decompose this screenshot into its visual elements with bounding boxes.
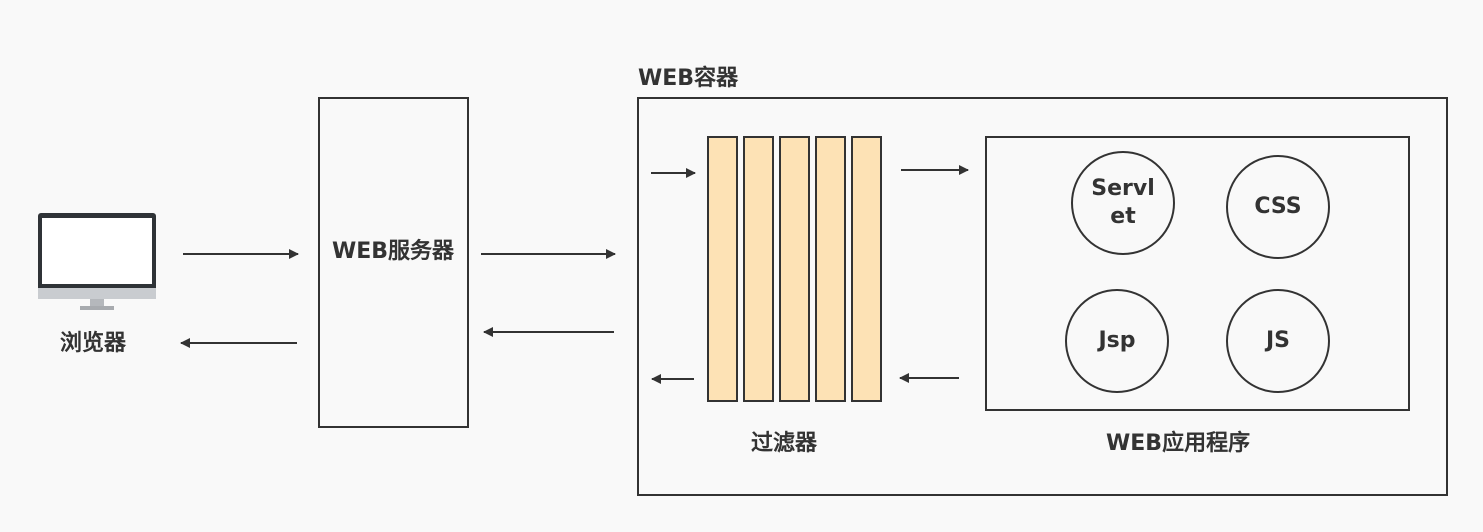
- flow-arrows: [180, 165, 969, 384]
- architecture-diagram: 浏览器 WEB服务器 WEB容器 过滤器 WEB应用程序 Servlet CSS…: [0, 0, 1483, 532]
